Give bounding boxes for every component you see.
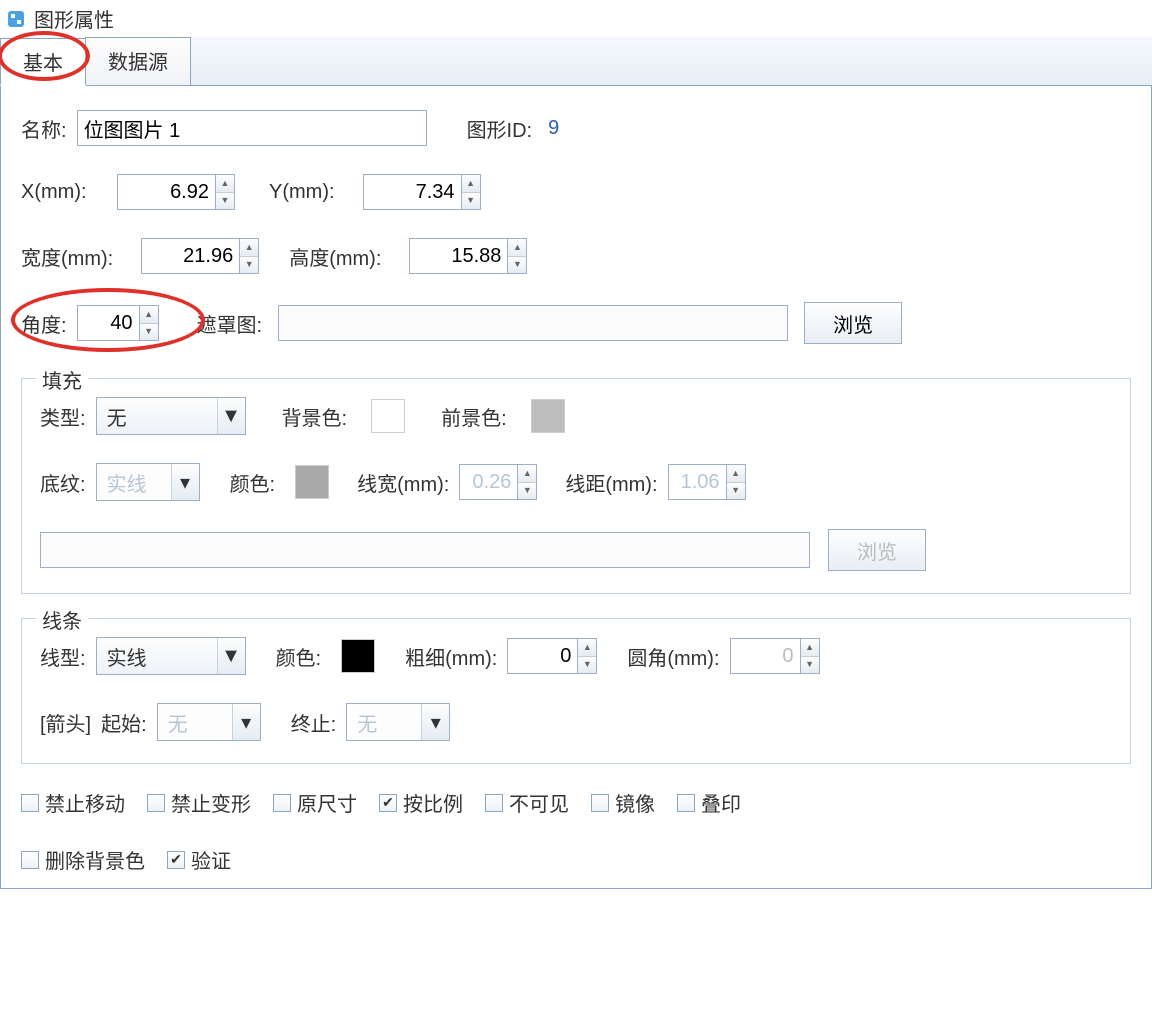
label-arrow-end: 终止: xyxy=(291,708,337,737)
label-radius: 圆角(mm): xyxy=(627,642,719,671)
x-spin[interactable]: ▲▼ xyxy=(117,174,235,210)
cb-noresize[interactable]: 禁止变形 xyxy=(147,788,251,817)
label-mask: 遮罩图: xyxy=(197,309,263,338)
label-width: 宽度(mm): xyxy=(21,242,113,271)
shapeid-value: 9 xyxy=(548,117,559,140)
linedist-spin: ▲▼ xyxy=(668,464,746,500)
label-height: 高度(mm): xyxy=(289,242,381,271)
fill-path-input[interactable] xyxy=(40,532,810,568)
fgcolor-swatch[interactable] xyxy=(531,399,565,433)
y-spin[interactable]: ▲▼ xyxy=(363,174,481,210)
cb-mirror[interactable]: 镜像 xyxy=(591,788,655,817)
cb-nomove[interactable]: 禁止移动 xyxy=(21,788,125,817)
label-linedist: 线距(mm): xyxy=(565,468,657,497)
label-fgcolor: 前景色: xyxy=(441,402,507,431)
label-linewidth: 线宽(mm): xyxy=(357,468,449,497)
label-angle: 角度: xyxy=(21,309,67,338)
linecolor-swatch[interactable] xyxy=(341,639,375,673)
patcolor-swatch[interactable] xyxy=(295,465,329,499)
spin-up-icon[interactable]: ▲ xyxy=(216,175,234,193)
angle-spin[interactable]: ▲▼ xyxy=(77,305,159,341)
linetype-dropdown[interactable]: 实线▼ xyxy=(96,637,246,675)
tab-datasource[interactable]: 数据源 xyxy=(85,37,191,85)
label-shapeid: 图形ID: xyxy=(467,114,533,143)
radius-spin: ▲▼ xyxy=(730,638,820,674)
linewidth-spin: ▲▼ xyxy=(459,464,537,500)
cb-overprint[interactable]: 叠印 xyxy=(677,788,741,817)
cb-invisible[interactable]: 不可见 xyxy=(485,788,569,817)
tabs: 基本 数据源 xyxy=(0,37,1152,86)
fill-group: 填充 类型: 无▼ 背景色: 前景色: 底纹: 实线▾ 颜色: 线宽(mm): … xyxy=(21,378,1131,594)
window-title: 图形属性 xyxy=(34,4,114,33)
arrow-start-dropdown: 无▾ xyxy=(157,703,261,741)
cb-ratio[interactable]: ✔按比例 xyxy=(379,788,463,817)
cb-validate[interactable]: ✔验证 xyxy=(167,845,231,874)
cb-origsize[interactable]: 原尺寸 xyxy=(273,788,357,817)
legend-fill: 填充 xyxy=(36,365,88,394)
label-patcolor: 颜色: xyxy=(230,468,276,497)
line-group: 线条 线型: 实线▼ 颜色: 粗细(mm): ▲▼ 圆角(mm): ▲▼ [箭头… xyxy=(21,618,1131,764)
name-input[interactable] xyxy=(77,110,427,146)
height-spin[interactable]: ▲▼ xyxy=(409,238,527,274)
label-name: 名称: xyxy=(21,114,67,143)
thickness-spin[interactable]: ▲▼ xyxy=(507,638,597,674)
label-thickness: 粗细(mm): xyxy=(405,642,497,671)
label-bgcolor: 背景色: xyxy=(282,402,348,431)
browse-mask-button[interactable]: 浏览 xyxy=(804,302,902,344)
label-pattern: 底纹: xyxy=(40,468,86,497)
app-icon xyxy=(6,9,26,29)
label-y: Y(mm): xyxy=(269,181,335,204)
label-linecolor: 颜色: xyxy=(276,642,322,671)
mask-input[interactable] xyxy=(278,305,788,341)
label-arrow-start: 起始: xyxy=(101,708,147,737)
browse-fill-button: 浏览 xyxy=(828,529,926,571)
label-x: X(mm): xyxy=(21,181,107,204)
legend-line: 线条 xyxy=(36,605,88,634)
filltype-dropdown[interactable]: 无▼ xyxy=(96,397,246,435)
label-linetype: 线型: xyxy=(40,642,86,671)
arrow-end-dropdown: 无▾ xyxy=(346,703,450,741)
tab-basic[interactable]: 基本 xyxy=(0,38,86,86)
label-filltype: 类型: xyxy=(40,402,86,431)
width-spin[interactable]: ▲▼ xyxy=(141,238,259,274)
pattern-dropdown: 实线▾ xyxy=(96,463,200,501)
label-arrow: [箭头] xyxy=(40,708,91,737)
spin-down-icon[interactable]: ▼ xyxy=(216,193,234,210)
chevron-down-icon: ▼ xyxy=(217,398,245,434)
cb-delbg[interactable]: 删除背景色 xyxy=(21,845,145,874)
bgcolor-swatch[interactable] xyxy=(371,399,405,433)
